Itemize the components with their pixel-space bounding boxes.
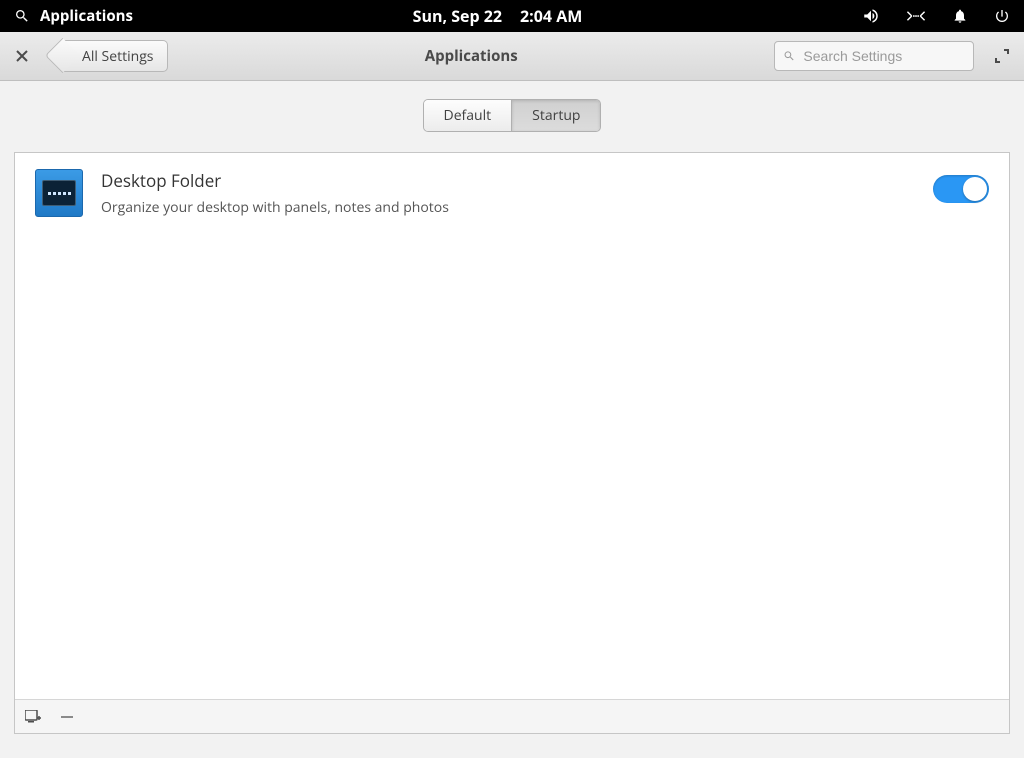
notifications-icon[interactable] (952, 8, 968, 24)
panel-date: Sun, Sep 22 (413, 5, 502, 27)
app-description: Organize your desktop with panels, notes… (101, 198, 449, 217)
power-icon[interactable] (994, 8, 1010, 24)
content-footer (15, 699, 1009, 733)
tab-startup[interactable]: Startup (511, 100, 600, 131)
list-item[interactable]: Desktop Folder Organize your desktop wit… (15, 153, 1009, 233)
tab-group: Default Startup (423, 99, 602, 132)
app-title: Desktop Folder (101, 169, 449, 192)
search-field-wrap[interactable] (774, 41, 974, 71)
window-header: All Settings Applications (0, 32, 1024, 81)
close-button[interactable] (10, 44, 34, 68)
app-text: Desktop Folder Organize your desktop wit… (101, 169, 449, 217)
search-input[interactable] (803, 48, 965, 64)
search-icon[interactable] (14, 8, 30, 24)
page-title: Applications (178, 46, 764, 66)
toggle-knob (963, 177, 987, 201)
content-frame: Desktop Folder Organize your desktop wit… (14, 152, 1010, 734)
search-icon (783, 49, 795, 63)
remove-startup-app-button[interactable] (57, 707, 77, 727)
volume-icon[interactable] (862, 7, 880, 25)
breadcrumb-label: All Settings (82, 47, 153, 66)
desktop-panel: Applications Sun, Sep 22 2:04 AM (0, 0, 1024, 32)
panel-left: Applications (14, 6, 133, 26)
panel-right (862, 7, 1010, 25)
tab-default[interactable]: Default (424, 100, 512, 131)
app-icon (35, 169, 83, 217)
startup-app-list: Desktop Folder Organize your desktop wit… (15, 153, 1009, 699)
panel-center[interactable]: Sun, Sep 22 2:04 AM (133, 5, 862, 27)
panel-time: 2:04 AM (520, 5, 582, 27)
tab-row: Default Startup (0, 81, 1024, 152)
add-startup-app-button[interactable] (23, 707, 43, 727)
maximize-button[interactable] (990, 44, 1014, 68)
breadcrumb-back[interactable]: All Settings (62, 40, 168, 72)
enable-toggle[interactable] (933, 175, 989, 203)
applications-menu[interactable]: Applications (40, 6, 133, 26)
network-icon[interactable] (906, 9, 926, 23)
